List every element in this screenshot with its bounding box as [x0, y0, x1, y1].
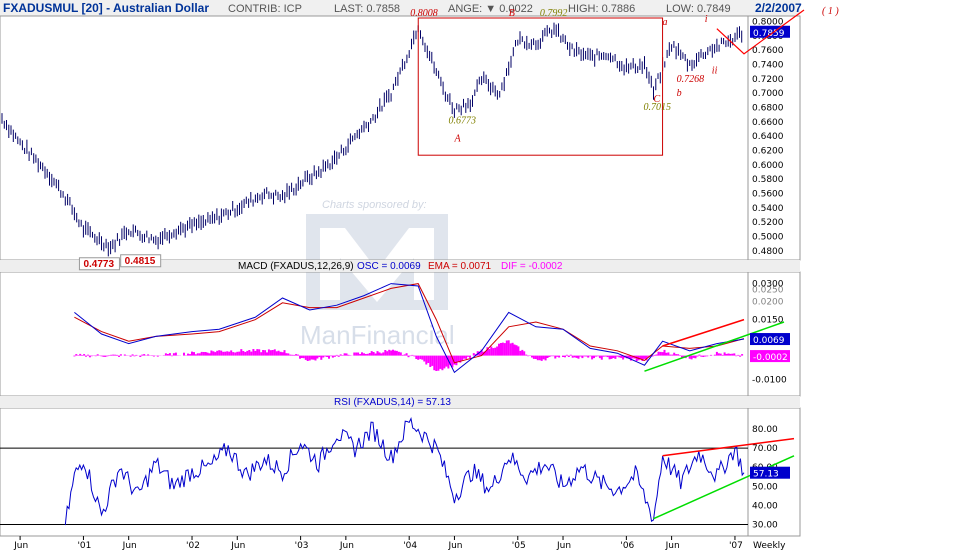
price-current-value: 0.7859 [753, 29, 785, 39]
macd-osc-label: OSC = 0.0069 [357, 261, 421, 272]
symbol-title: FXADUSMUL [20] - Australian Dollar [3, 1, 209, 15]
price-tick-label: 0.6200 [752, 147, 784, 157]
macd-ema-label: EMA = 0.0071 [428, 261, 492, 272]
price-annotation: 0.8008 [410, 8, 438, 19]
time-tick-label: Jun [665, 541, 680, 550]
sponsor-text: Charts sponsored by: [322, 199, 427, 211]
price-tick-label: 0.5000 [752, 233, 784, 243]
rsi-tick-label: 40.00 [752, 501, 778, 511]
macd-tick-label: -0.0100 [752, 376, 787, 386]
rsi-tick-label: 50.00 [752, 482, 778, 492]
rsi-tick-label: 30.00 [752, 520, 778, 530]
time-tick-label: '04 [403, 541, 417, 550]
price-tick-label: 0.5800 [752, 175, 784, 185]
time-tick-label: Jun [13, 541, 28, 550]
macd-osc-value: 0.0069 [753, 336, 785, 346]
price-tick-label: 0.6600 [752, 118, 784, 128]
rsi-tick-label: 70.00 [752, 444, 778, 454]
price-annotation: i [705, 14, 708, 25]
high-label: HIGH: 0.7886 [568, 3, 635, 15]
rsi-line [64, 416, 745, 526]
time-axis: Jun '01 Jun '02 Jun '03 Jun '04 Jun '05 Jun '06 Jun '… [13, 536, 786, 550]
price-annotation: A [453, 133, 461, 144]
change-label: ANGE: ▼ 0.0022 [448, 3, 533, 15]
price-annotation: 0.6773 [448, 115, 476, 126]
macd-tick-label-partial: 0.0250 [752, 286, 784, 296]
price-tick-label: 0.6000 [752, 161, 784, 171]
time-tick-label: Jun [339, 541, 354, 550]
price-tick-label: 0.7200 [752, 75, 784, 85]
time-tick-label: Jun [122, 541, 137, 550]
time-tick-label: '01 [77, 541, 91, 550]
price-tick-label: 0.7000 [752, 89, 784, 99]
price-annotation: ii [712, 65, 718, 76]
sponsor-watermark: Charts sponsored by: ManFinancial [300, 199, 455, 350]
time-tick-label: '02 [186, 541, 200, 550]
time-tick-label: Jun [447, 541, 462, 550]
chart-canvas: FXADUSMUL [20] - Australian Dollar CONTR… [0, 0, 839, 550]
macd-dif-value: -0.0002 [753, 353, 788, 363]
macd-y-axis: -0.01000.00000.01500.03000.02000.0250 [752, 280, 787, 386]
rsi-tick-label: 80.00 [752, 425, 778, 435]
rsi-series: 57.13 [64, 416, 795, 526]
wave-count-label: ( 1 ) [822, 6, 839, 17]
time-tick-label: '03 [295, 541, 309, 550]
time-tick-label: Jun [556, 541, 571, 550]
rsi-current-value: 57.13 [753, 470, 779, 480]
time-tick-label: '05 [512, 541, 526, 550]
price-annotation: 0.7268 [677, 74, 705, 85]
price-annotation: C [654, 94, 661, 105]
price-annotation: a [663, 17, 668, 28]
sponsor-brand-text: ManFinancial [300, 320, 455, 350]
price-y-axis: 0.4800 0.5000 0.5200 0.5400 0.5600 0.5800 0.60… [752, 18, 784, 257]
price-annotation: 0.7992 [540, 8, 568, 19]
price-tick-label: 0.5200 [752, 218, 784, 228]
low-label: LOW: 0.7849 [666, 3, 731, 15]
price-tick-label: 0.7600 [752, 46, 784, 56]
rsi-panel [0, 407, 801, 537]
price-tick-label: 0.6400 [752, 132, 784, 142]
price-annotation: B [509, 8, 515, 19]
macd-title: MACD (FXADUS,12,26,9) [238, 261, 354, 272]
time-tick-label: '06 [620, 541, 634, 550]
price-annotation: b [677, 88, 682, 99]
price-tick-label: 0.5400 [752, 204, 784, 214]
date-label: 2/2/2007 [755, 1, 802, 15]
price-annotation: iii [733, 0, 742, 3]
price-tick-label: 0.6800 [752, 104, 784, 114]
contrib-label: CONTRIB: ICP [228, 3, 302, 15]
price-tick-label: 0.7400 [752, 61, 784, 71]
rsi-title: RSI (FXADUS,14) = 57.13 [334, 397, 451, 408]
macd-dif-label: DIF = -0.0002 [501, 261, 563, 272]
time-tick-label: '07 [729, 541, 743, 550]
price-annotation: 0.4773 [83, 259, 114, 270]
time-tick-label: Jun [230, 541, 245, 550]
period-label: Weekly [753, 541, 786, 550]
price-tick-label: 0.5600 [752, 190, 784, 200]
macd-tick-label-partial: 0.0200 [752, 298, 784, 308]
price-annotation: 0.4815 [125, 256, 156, 267]
last-label: LAST: 0.7858 [334, 3, 400, 15]
price-tick-label: 0.4800 [752, 247, 784, 257]
